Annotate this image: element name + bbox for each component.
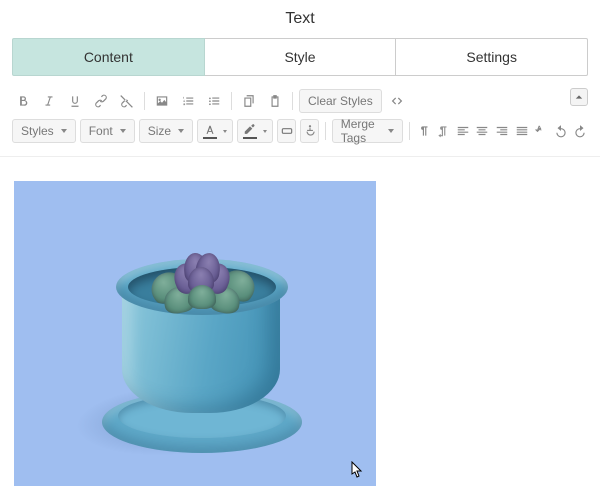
text-color-icon xyxy=(203,124,217,138)
editor-canvas xyxy=(0,157,600,486)
unordered-list-button[interactable] xyxy=(203,90,225,112)
paste-icon xyxy=(268,94,282,108)
link-button[interactable] xyxy=(90,90,112,112)
separator xyxy=(144,92,145,110)
align-justify-button[interactable] xyxy=(514,120,530,142)
ltr-button[interactable] xyxy=(416,120,432,142)
image-button[interactable] xyxy=(151,90,173,112)
italic-icon xyxy=(42,94,56,108)
paste-button[interactable] xyxy=(264,90,286,112)
clear-styles-button[interactable]: Clear Styles xyxy=(299,89,382,113)
separator xyxy=(231,92,232,110)
align-right-icon xyxy=(495,124,509,138)
font-dropdown[interactable]: Font xyxy=(80,119,135,143)
italic-button[interactable] xyxy=(38,90,60,112)
collapse-toolbar-button[interactable] xyxy=(570,88,588,106)
text-color-button[interactable] xyxy=(197,119,233,143)
content-image-block[interactable] xyxy=(14,181,376,486)
code-icon xyxy=(390,94,404,108)
bold-button[interactable] xyxy=(12,90,34,112)
copy-button[interactable] xyxy=(238,90,260,112)
ordered-list-button[interactable] xyxy=(177,90,199,112)
underline-icon xyxy=(68,94,82,108)
align-left-button[interactable] xyxy=(455,120,471,142)
button-insert-button[interactable] xyxy=(277,119,296,143)
redo-button[interactable] xyxy=(572,120,588,142)
toolbar: Clear Styles Styles Font Size xyxy=(0,84,600,150)
align-justify-icon xyxy=(515,124,529,138)
link-icon xyxy=(94,94,108,108)
panel-title: Text xyxy=(0,0,600,38)
succulent-pot-illustration xyxy=(14,181,376,486)
separator xyxy=(292,92,293,110)
anchor-icon xyxy=(303,124,317,138)
toolbar-row-1: Clear Styles xyxy=(12,86,588,116)
bold-icon xyxy=(16,94,30,108)
chevron-up-icon xyxy=(575,93,583,101)
copy-icon xyxy=(242,94,256,108)
button-icon xyxy=(280,124,294,138)
unlink-icon xyxy=(120,94,134,108)
align-right-button[interactable] xyxy=(494,120,510,142)
align-center-icon xyxy=(475,124,489,138)
size-dropdown[interactable]: Size xyxy=(139,119,193,143)
unordered-list-icon xyxy=(207,94,221,108)
size-label: Size xyxy=(148,124,171,138)
merge-tags-label: Merge Tags xyxy=(341,117,381,145)
spellcheck-icon xyxy=(534,124,548,138)
undo-button[interactable] xyxy=(553,120,569,142)
rtl-icon xyxy=(436,124,450,138)
tab-style[interactable]: Style xyxy=(205,38,397,76)
spellcheck-button[interactable] xyxy=(533,120,549,142)
redo-icon xyxy=(573,124,587,138)
tabs: Content Style Settings xyxy=(12,38,588,76)
styles-label: Styles xyxy=(21,124,54,138)
highlight-color-button[interactable] xyxy=(237,119,273,143)
separator xyxy=(325,122,326,140)
highlight-icon xyxy=(243,124,257,138)
underline-button[interactable] xyxy=(64,90,86,112)
align-center-button[interactable] xyxy=(475,120,491,142)
align-left-icon xyxy=(456,124,470,138)
tab-content[interactable]: Content xyxy=(12,38,205,76)
font-label: Font xyxy=(89,124,113,138)
tab-settings[interactable]: Settings xyxy=(396,38,588,76)
styles-dropdown[interactable]: Styles xyxy=(12,119,76,143)
ordered-list-icon xyxy=(181,94,195,108)
rtl-button[interactable] xyxy=(435,120,451,142)
undo-icon xyxy=(554,124,568,138)
merge-tags-dropdown[interactable]: Merge Tags xyxy=(332,119,403,143)
code-view-button[interactable] xyxy=(386,90,408,112)
separator xyxy=(409,122,410,140)
toolbar-row-2: Styles Font Size Merge Tags xyxy=(12,116,588,146)
image-icon xyxy=(155,94,169,108)
unlink-button[interactable] xyxy=(116,90,138,112)
anchor-button[interactable] xyxy=(300,119,319,143)
ltr-icon xyxy=(417,124,431,138)
